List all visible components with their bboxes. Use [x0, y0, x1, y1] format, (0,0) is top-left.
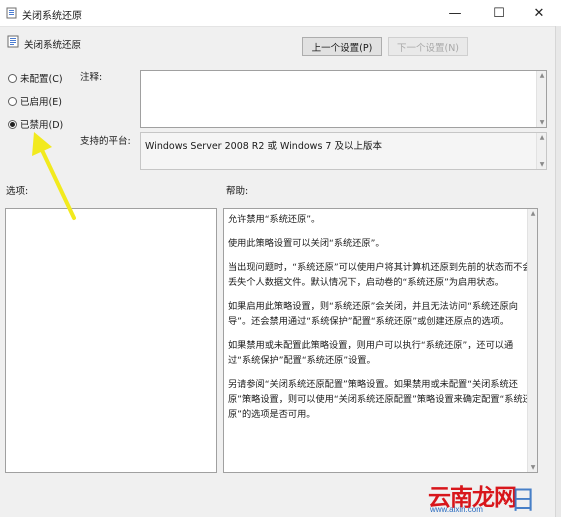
annotation-arrow-icon: [32, 132, 76, 220]
watermark-url: www.aixiri.com: [430, 505, 483, 514]
watermark-char: 日: [510, 486, 537, 516]
